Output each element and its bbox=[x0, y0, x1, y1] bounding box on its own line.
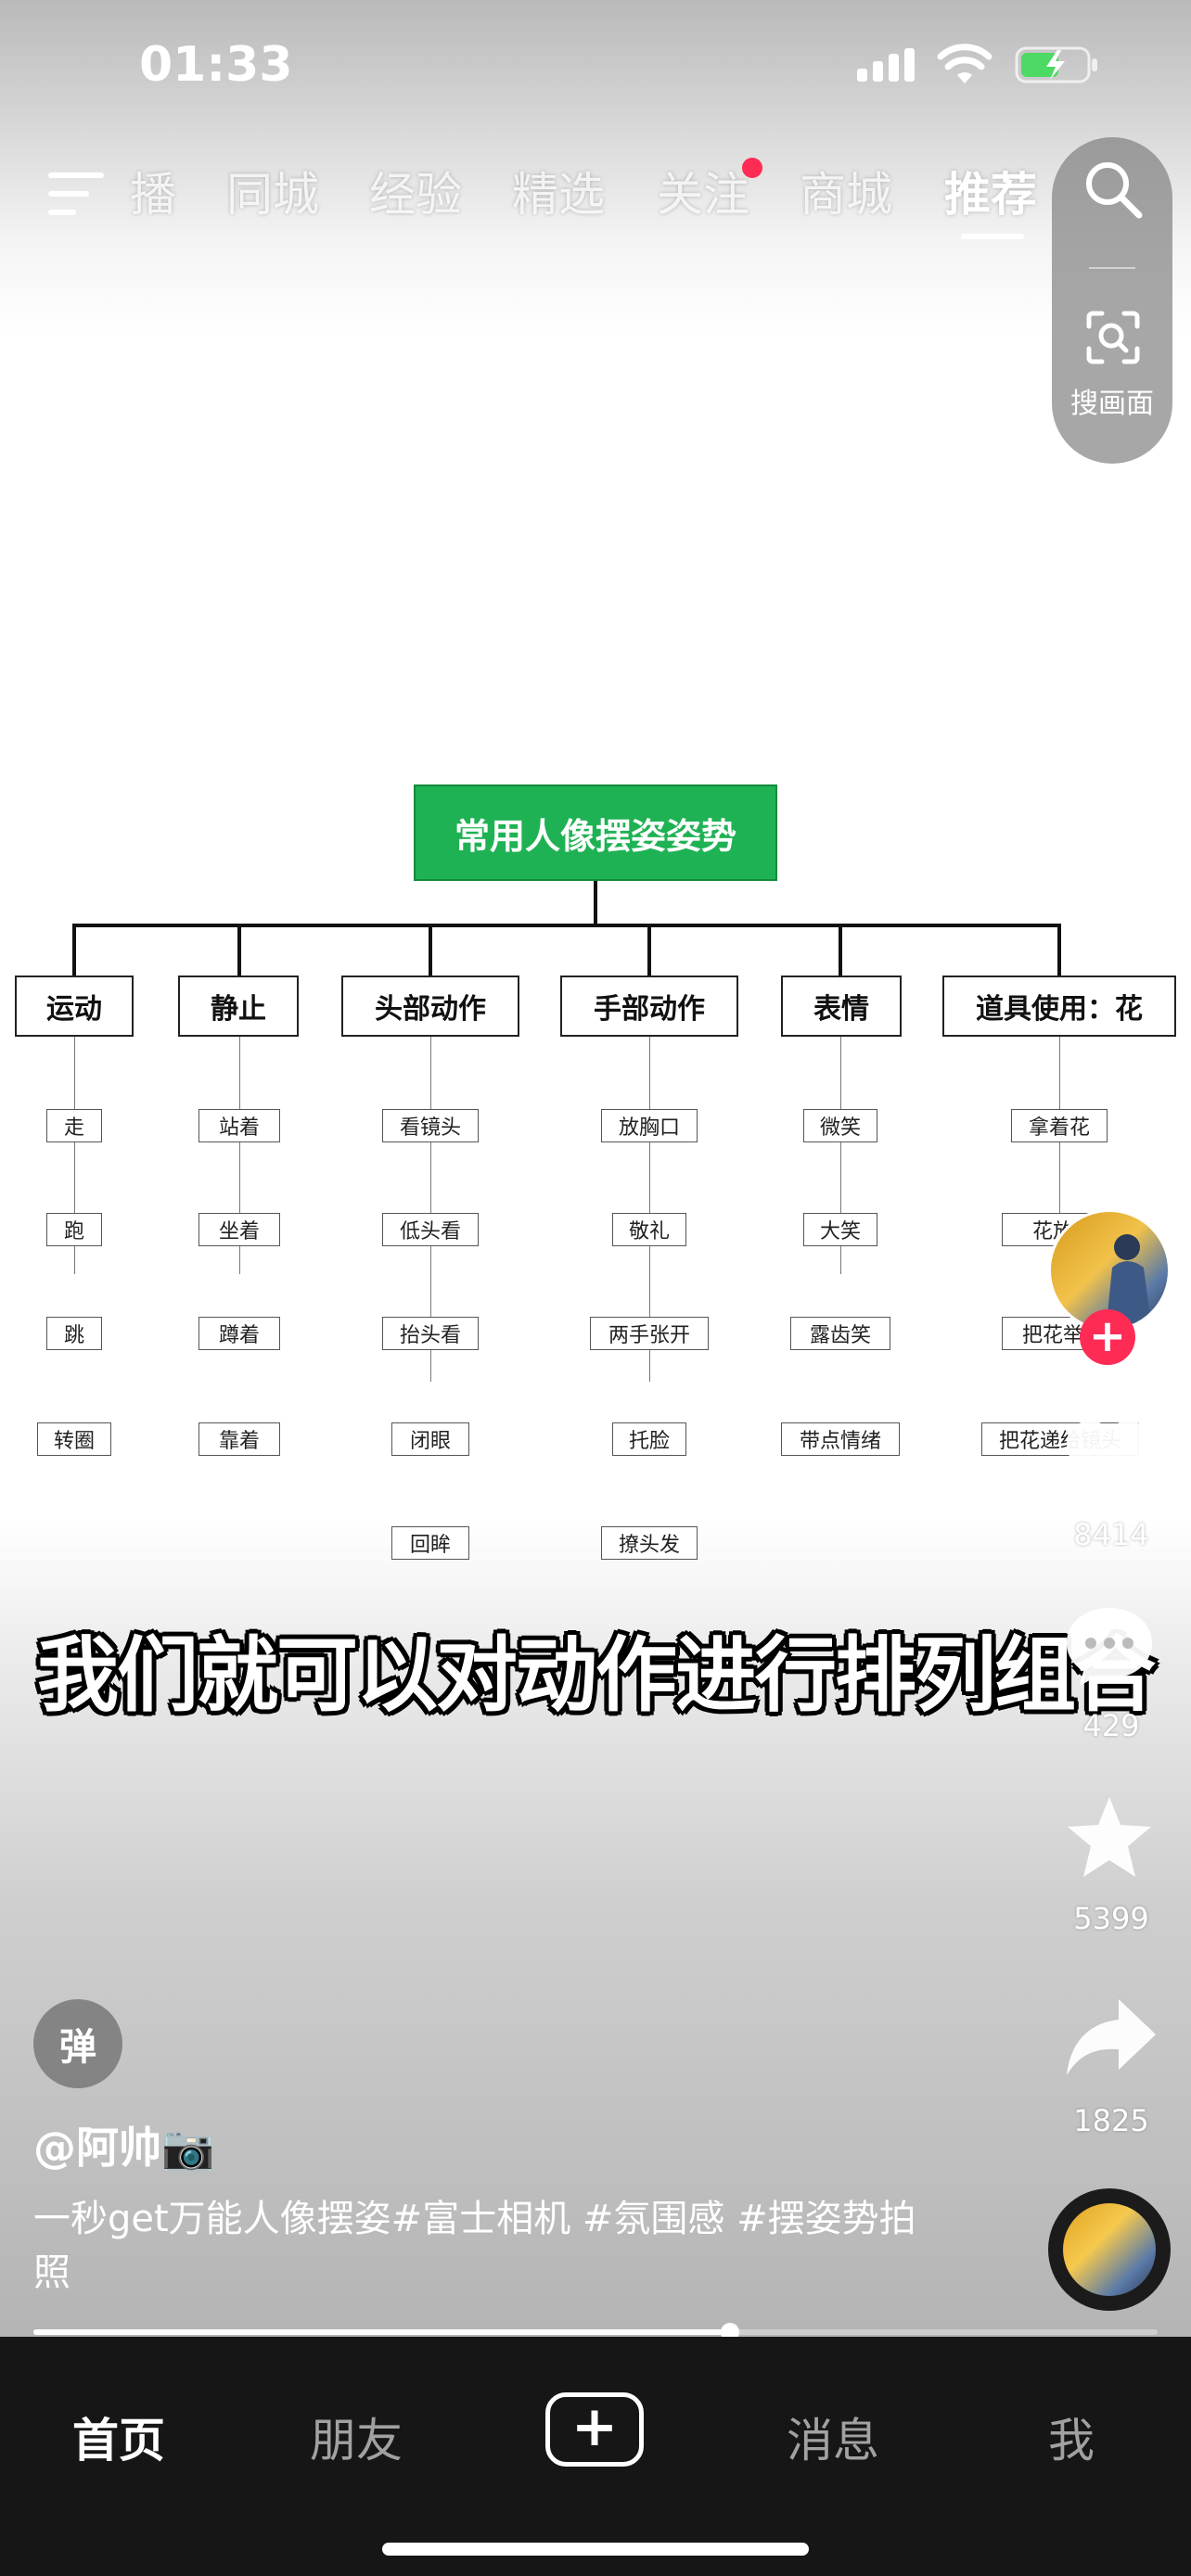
mindmap-leaf: 坐着 bbox=[198, 1213, 280, 1246]
mindmap-leaf: 放胸口 bbox=[601, 1109, 698, 1142]
tab-mall[interactable]: 商城 bbox=[800, 158, 892, 224]
status-bar: 01:33 bbox=[0, 0, 1191, 139]
mindmap-leaf: 托脸 bbox=[612, 1422, 686, 1456]
mindmap-leaf: 站着 bbox=[198, 1109, 280, 1142]
mindmap-leaf: 带点情绪 bbox=[781, 1422, 900, 1456]
branch-connector bbox=[237, 924, 241, 976]
mindmap-leaf: 大笑 bbox=[803, 1213, 877, 1246]
mindmap-leaf: 走 bbox=[46, 1109, 102, 1142]
root-connector bbox=[594, 881, 597, 925]
tab-nearby[interactable]: 同城 bbox=[226, 158, 319, 224]
category-still: 静止 bbox=[178, 976, 299, 1037]
category-hand: 手部动作 bbox=[560, 976, 738, 1037]
mindmap-root: 常用人像摆姿姿势 bbox=[414, 784, 777, 881]
create-post-button[interactable]: + bbox=[545, 2392, 644, 2467]
tab-following-label: 关注 bbox=[657, 168, 749, 222]
category-head: 头部动作 bbox=[341, 976, 519, 1037]
mindmap-leaf: 两手张开 bbox=[590, 1317, 709, 1350]
mindmap-leaf: 拿着花 bbox=[1011, 1109, 1108, 1142]
menu-icon[interactable] bbox=[48, 171, 106, 217]
heart-icon[interactable] bbox=[1063, 1419, 1156, 1502]
bottom-tab-bar: 首页 朋友 + 消息 我 bbox=[0, 2337, 1191, 2576]
mindmap-leaf: 闭眼 bbox=[391, 1422, 469, 1456]
mindmap-leaf: 回眸 bbox=[391, 1526, 469, 1560]
mindmap-leaf: 转圈 bbox=[37, 1422, 111, 1456]
danmaku-toggle-button[interactable]: 弹 bbox=[33, 1999, 122, 2088]
search-icon[interactable] bbox=[1082, 158, 1145, 221]
search-pill: 搜画面 bbox=[1052, 137, 1172, 464]
branch-connector bbox=[839, 924, 842, 976]
tab-featured[interactable]: 精选 bbox=[512, 158, 605, 224]
video-progress-bar[interactable] bbox=[33, 2323, 1158, 2341]
category-prop-flower: 道具使用：花 bbox=[942, 976, 1176, 1037]
mindmap-leaf: 跳 bbox=[46, 1317, 102, 1350]
music-disc-cover bbox=[1063, 2203, 1156, 2296]
search-pill-divider bbox=[1089, 267, 1135, 269]
tab-following[interactable]: 关注 bbox=[657, 158, 762, 224]
wifi-icon bbox=[937, 44, 992, 83]
mindmap-leaf: 低头看 bbox=[382, 1213, 479, 1246]
tab-experience[interactable]: 经验 bbox=[369, 158, 462, 224]
scan-image-icon[interactable] bbox=[1085, 310, 1141, 365]
mindmap-leaf: 撩头发 bbox=[601, 1526, 698, 1560]
category-expression: 表情 bbox=[781, 976, 902, 1037]
favorite-count: 5399 bbox=[1073, 1901, 1149, 1936]
status-time: 01:33 bbox=[139, 37, 293, 93]
tab-home[interactable]: 首页 bbox=[72, 2404, 165, 2470]
tab-me[interactable]: 我 bbox=[1048, 2404, 1095, 2470]
scan-image-label[interactable]: 搜画面 bbox=[1052, 380, 1172, 421]
branch-connector bbox=[1057, 924, 1061, 976]
active-tab-indicator bbox=[961, 234, 1024, 239]
mindmap-leaf: 跑 bbox=[46, 1213, 102, 1246]
share-count: 1825 bbox=[1073, 2103, 1149, 2138]
follow-button[interactable]: + bbox=[1080, 1309, 1135, 1365]
share-icon[interactable] bbox=[1063, 1996, 1159, 2079]
category-motion: 运动 bbox=[15, 976, 134, 1037]
battery-charging-icon bbox=[1015, 46, 1097, 83]
tab-recommended[interactable]: 推荐 bbox=[944, 158, 1037, 224]
comment-count: 429 bbox=[1082, 1708, 1140, 1743]
top-navigation: 播 同城 经验 精选 关注 商城 推荐 bbox=[0, 158, 1191, 232]
branch-bar bbox=[72, 924, 1061, 927]
mindmap-leaf: 靠着 bbox=[198, 1422, 280, 1456]
cellular-signal-icon bbox=[857, 48, 915, 82]
tab-live[interactable]: 播 bbox=[130, 158, 176, 224]
like-count: 8414 bbox=[1073, 1517, 1149, 1552]
mindmap-leaf: 蹲着 bbox=[198, 1317, 280, 1350]
comment-icon[interactable] bbox=[1063, 1604, 1156, 1690]
home-indicator bbox=[382, 2543, 809, 2556]
tab-friends[interactable]: 朋友 bbox=[310, 2404, 403, 2470]
mindmap-leaf: 抬头看 bbox=[382, 1317, 479, 1350]
notification-dot bbox=[742, 158, 762, 178]
author-name[interactable]: @阿帅📷 bbox=[33, 2114, 214, 2175]
tab-messages[interactable]: 消息 bbox=[787, 2404, 879, 2470]
star-icon[interactable] bbox=[1063, 1793, 1156, 1882]
mindmap-leaf: 敬礼 bbox=[612, 1213, 686, 1246]
video-description[interactable]: 一秒get万能人像摆姿#富士相机 #氛围感 #摆姿势拍照 bbox=[33, 2192, 942, 2300]
mindmap-leaf: 微笑 bbox=[803, 1109, 877, 1142]
music-disc[interactable] bbox=[1048, 2188, 1171, 2311]
branch-connector bbox=[72, 924, 76, 976]
mindmap-leaf: 看镜头 bbox=[382, 1109, 479, 1142]
progress-fill bbox=[33, 2329, 731, 2335]
mindmap-leaf: 露齿笑 bbox=[790, 1317, 890, 1350]
branch-connector bbox=[429, 924, 432, 976]
pose-mindmap: 常用人像摆姿姿势 运动 静止 头部动作 手部动作 表情 道具使用：花 走 跑 跳… bbox=[0, 779, 1191, 1576]
video-caption: 我们就可以对动作进行排列组合 bbox=[37, 1627, 1156, 1723]
branch-connector bbox=[647, 924, 651, 976]
